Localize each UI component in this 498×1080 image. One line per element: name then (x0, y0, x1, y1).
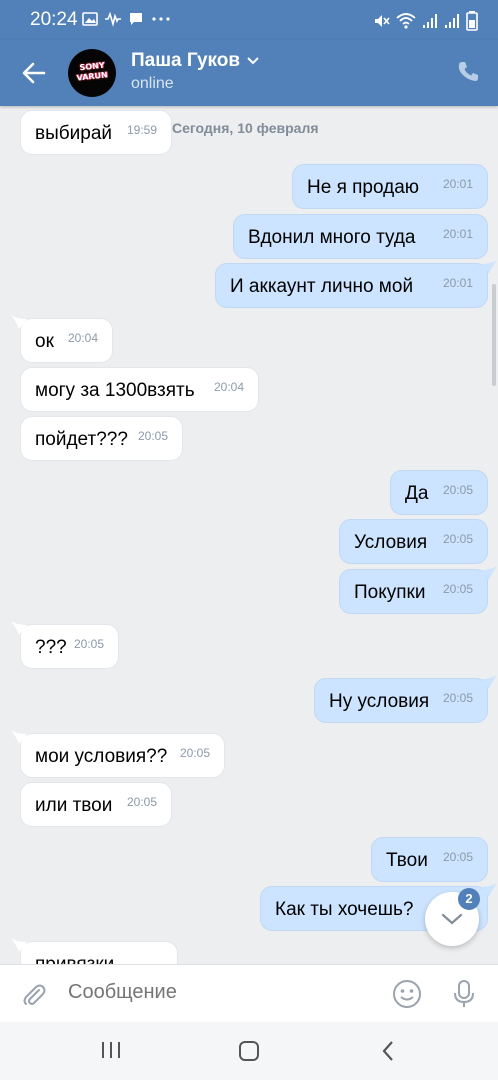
message-time: 20:05 (179, 746, 210, 760)
status-time: 20:24 (30, 9, 78, 30)
contact-name-button[interactable]: Паша Гуков (131, 50, 260, 72)
message-time: 20:05 (442, 850, 473, 864)
message-time: 20:05 (137, 429, 168, 443)
message-bubble[interactable]: И аккаунт лично мой 20:01 (215, 260, 497, 308)
message-text: или твои (35, 795, 113, 816)
unread-count-badge: 2 (458, 888, 480, 910)
status-bar: 20:24 (0, 0, 498, 40)
message-text: пойдет??? (35, 429, 128, 450)
message-time: 20:05 (442, 532, 473, 546)
message-bubble[interactable]: Не я продаю 20:01 (292, 164, 488, 209)
message-time: 20:04 (213, 380, 244, 394)
message-text: Ну условия (329, 691, 430, 712)
system-icons (372, 11, 478, 31)
presence-status: online (131, 75, 174, 92)
system-navigation-bar (0, 1022, 498, 1080)
message-bubble[interactable]: или твои 20:05 (20, 782, 172, 827)
chevron-down-icon (441, 913, 463, 925)
signal-icon-2 (445, 14, 459, 28)
message-text: выбирай (35, 123, 112, 144)
bubble-tail (11, 621, 27, 635)
back-nav-icon[interactable] (380, 1040, 396, 1062)
message-time: 20:05 (442, 582, 473, 596)
message-bubble[interactable]: Твои 20:05 (371, 837, 488, 882)
audio-wave-icon (105, 11, 121, 27)
message-text: И аккаунт лично мой (230, 276, 414, 297)
message-bubble[interactable]: Да 20:05 (390, 470, 488, 515)
message-bubble[interactable]: могу за 1300взять 20:04 (20, 367, 259, 412)
notification-icons (82, 11, 172, 27)
message-bubble[interactable]: пойдет??? 20:05 (20, 416, 183, 461)
message-input[interactable] (68, 981, 368, 1004)
message-text: мои условия?? (35, 746, 168, 767)
recent-apps-icon[interactable] (100, 1040, 122, 1060)
message-text: Условия (354, 532, 428, 553)
bubble-tail (11, 315, 27, 329)
message-bubble[interactable]: Покупки 20:05 (339, 566, 497, 614)
message-text: Не я продаю (307, 177, 420, 198)
image-icon (82, 12, 98, 26)
bubble-tail (481, 675, 497, 689)
chat-notification-icon (130, 13, 142, 25)
message-bubble[interactable]: привязки (11, 938, 178, 964)
bubble-tail (11, 938, 27, 952)
mute-icon (375, 15, 390, 27)
date-separator: Сегодня, 10 февраля (172, 120, 319, 136)
message-text: Как ты хочешь? (275, 899, 414, 920)
wifi-icon (396, 13, 416, 29)
message-bubble[interactable]: выбирай 19:59 (20, 110, 172, 155)
message-time: 19:59 (126, 123, 157, 137)
message-time: 20:01 (442, 177, 473, 191)
message-text: Да (405, 483, 429, 504)
message-time: 20:01 (442, 227, 473, 241)
message-list[interactable]: Сегодня, 10 февраля выбирай 19:59 Не я п… (0, 106, 498, 964)
microphone-icon[interactable] (452, 979, 476, 1009)
phone-icon[interactable] (456, 60, 480, 84)
message-time: 20:04 (67, 331, 98, 345)
scrollbar[interactable] (492, 284, 496, 386)
signal-icon (423, 14, 437, 28)
message-time: 20:05 (126, 795, 157, 809)
message-text: могу за 1300взять (35, 380, 195, 401)
message-bubble[interactable]: Условия 20:05 (339, 519, 488, 564)
message-text: привязки (35, 942, 114, 964)
message-text: Твои (386, 850, 428, 871)
avatar[interactable]: SONY VARUN (68, 49, 116, 97)
bubble-tail (11, 730, 27, 744)
message-time: 20:05 (442, 691, 473, 705)
home-icon[interactable] (238, 1040, 260, 1062)
emoji-icon[interactable] (392, 979, 422, 1009)
message-text: ??? (35, 637, 67, 658)
bubble-tail (481, 566, 497, 580)
message-bubble[interactable]: мои условия?? 20:05 (11, 730, 225, 778)
message-bubble[interactable]: ок 20:04 (11, 315, 113, 363)
message-text: ок (35, 331, 54, 352)
contact-name: Паша Гуков (131, 50, 241, 71)
message-composer (0, 964, 498, 1022)
message-bubble[interactable]: ??? 20:05 (11, 621, 119, 669)
message-text: Покупки (354, 582, 426, 603)
bubble-tail (481, 883, 497, 897)
more-notifications-icon (152, 17, 170, 21)
message-time: 20:05 (442, 483, 473, 497)
battery-icon (466, 11, 478, 31)
attach-icon[interactable] (20, 981, 48, 1009)
message-bubble[interactable]: Вдонил много туда 20:01 (233, 214, 488, 259)
chevron-down-icon (247, 57, 259, 65)
bubble-tail (481, 260, 497, 274)
message-bubble[interactable]: Ну условия 20:05 (314, 675, 497, 723)
message-time: 20:01 (442, 276, 473, 290)
message-text: Вдонил много туда (248, 227, 416, 248)
chat-header: SONY VARUN Паша Гуков online (0, 40, 498, 106)
message-time: 20:05 (73, 637, 104, 651)
back-arrow-icon[interactable] (20, 59, 48, 87)
